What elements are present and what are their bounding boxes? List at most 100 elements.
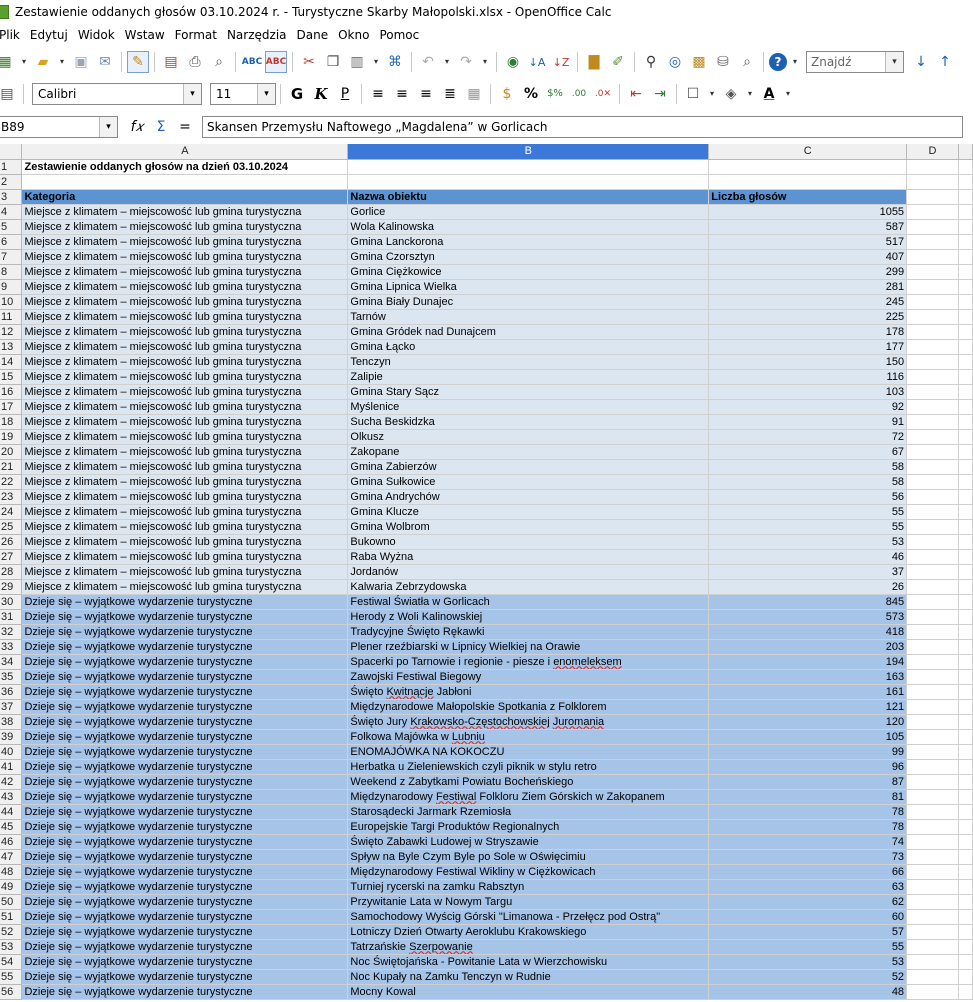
votes-cell[interactable]: 55 [708, 519, 908, 535]
cell[interactable] [906, 969, 959, 985]
object-name-cell[interactable]: Tradycyjne Święto Rękawki [347, 624, 710, 640]
row-header[interactable]: 8 [0, 264, 23, 280]
cell[interactable] [958, 594, 973, 610]
row-header[interactable]: 45 [0, 819, 23, 835]
votes-cell[interactable]: 87 [708, 774, 908, 790]
cell[interactable] [958, 324, 973, 340]
category-cell[interactable]: Miejsce z klimatem – miejscowość lub gmi… [21, 249, 349, 265]
votes-cell[interactable]: 163 [708, 669, 908, 685]
category-cell[interactable]: Miejsce z klimatem – miejscowość lub gmi… [21, 564, 349, 580]
export-pdf-icon[interactable]: ▤ [160, 51, 182, 73]
currency-format-icon[interactable]: $ [496, 83, 518, 105]
cell[interactable] [906, 309, 959, 325]
save-icon[interactable]: ▣ [70, 51, 92, 73]
cell[interactable] [906, 264, 959, 280]
column-header-b[interactable]: B [347, 144, 710, 160]
votes-cell[interactable]: 225 [708, 309, 908, 325]
cell[interactable] [347, 174, 710, 190]
row-header[interactable]: 1 [0, 159, 23, 175]
column-header-e[interactable] [958, 144, 973, 160]
votes-cell[interactable]: 99 [708, 744, 908, 760]
row-header[interactable]: 7 [0, 249, 23, 265]
votes-cell[interactable]: 92 [708, 399, 908, 415]
cell[interactable] [958, 819, 973, 835]
cell[interactable] [958, 279, 973, 295]
row-header[interactable]: 36 [0, 684, 23, 700]
row-header[interactable]: 37 [0, 699, 23, 715]
object-name-cell[interactable]: Starosądecki Jarmark Rzemiosła [347, 804, 710, 820]
votes-cell[interactable]: 407 [708, 249, 908, 265]
votes-cell[interactable]: 73 [708, 849, 908, 865]
cell[interactable] [958, 369, 973, 385]
cell[interactable] [958, 399, 973, 415]
object-name-cell[interactable]: Tarnów [347, 309, 710, 325]
menu-dane[interactable]: Dane [292, 28, 334, 42]
row-header[interactable]: 31 [0, 609, 23, 625]
category-cell[interactable]: Dzieje się – wyjątkowe wydarzenie turyst… [21, 954, 349, 970]
cell[interactable] [958, 879, 973, 895]
merge-cells-icon[interactable]: ▦ [463, 83, 485, 105]
print-icon[interactable]: ⎙ [184, 51, 206, 73]
row-header[interactable]: 20 [0, 444, 23, 460]
menu-widok[interactable]: Widok [73, 28, 120, 42]
category-cell[interactable]: Miejsce z klimatem – miejscowość lub gmi… [21, 549, 349, 565]
object-name-cell[interactable]: Gmina Łącko [347, 339, 710, 355]
category-cell[interactable]: Miejsce z klimatem – miejscowość lub gmi… [21, 534, 349, 550]
background-color-icon[interactable]: ◈ [720, 83, 742, 105]
category-cell[interactable]: Miejsce z klimatem – miejscowość lub gmi… [21, 369, 349, 385]
votes-cell[interactable]: 81 [708, 789, 908, 805]
object-name-cell[interactable]: Gmina Zabierzów [347, 459, 710, 475]
sum-icon[interactable]: Σ [150, 119, 172, 135]
category-cell[interactable]: Miejsce z klimatem – miejscowość lub gmi… [21, 309, 349, 325]
row-header[interactable]: 10 [0, 294, 23, 310]
votes-cell[interactable]: 37 [708, 564, 908, 580]
font-size-combo[interactable]: 11 ▾ [210, 83, 276, 105]
row-header[interactable]: 5 [0, 219, 23, 235]
object-name-cell[interactable]: Gorlice [347, 204, 710, 220]
row-header[interactable]: 18 [0, 414, 23, 430]
row-header[interactable]: 44 [0, 804, 23, 820]
hyperlink-icon[interactable]: ◉ [502, 51, 524, 73]
category-cell[interactable]: Dzieje się – wyjątkowe wydarzenie turyst… [21, 879, 349, 895]
votes-cell[interactable]: 203 [708, 639, 908, 655]
cell[interactable] [958, 474, 973, 490]
object-name-cell[interactable]: Zawojski Festiwal Biegowy [347, 669, 710, 685]
cell[interactable] [958, 744, 973, 760]
votes-cell[interactable]: 72 [708, 429, 908, 445]
cell[interactable] [958, 864, 973, 880]
row-header[interactable]: 42 [0, 774, 23, 790]
row-header[interactable]: 23 [0, 489, 23, 505]
row-header[interactable]: 39 [0, 729, 23, 745]
row-header[interactable]: 43 [0, 789, 23, 805]
cell[interactable] [958, 984, 973, 1000]
category-cell[interactable]: Dzieje się – wyjątkowe wydarzenie turyst… [21, 594, 349, 610]
row-header[interactable]: 54 [0, 954, 23, 970]
object-name-cell[interactable]: Święto Zabawki Ludowej w Stryszawie [347, 834, 710, 850]
row-header[interactable]: 19 [0, 429, 23, 445]
function-icon[interactable]: = [174, 119, 196, 135]
cell[interactable] [906, 474, 959, 490]
category-cell[interactable]: Miejsce z klimatem – miejscowość lub gmi… [21, 279, 349, 295]
object-name-cell[interactable]: Tatrzańskie Szerpowanie [347, 939, 710, 955]
row-header[interactable]: 41 [0, 759, 23, 775]
category-cell[interactable]: Miejsce z klimatem – miejscowość lub gmi… [21, 429, 349, 445]
votes-cell[interactable]: 58 [708, 474, 908, 490]
function-wizard-icon[interactable]: f𝑥 [126, 119, 148, 135]
cell[interactable] [958, 249, 973, 265]
cell[interactable] [906, 579, 959, 595]
cell[interactable] [906, 849, 959, 865]
email-icon[interactable]: ✉ [94, 51, 116, 73]
cell[interactable] [906, 249, 959, 265]
borders-icon[interactable]: ☐ [682, 83, 704, 105]
votes-cell[interactable]: 517 [708, 234, 908, 250]
object-name-cell[interactable]: Gmina Stary Sącz [347, 384, 710, 400]
cell[interactable] [906, 804, 959, 820]
row-header[interactable]: 2 [0, 174, 23, 190]
votes-cell[interactable]: 91 [708, 414, 908, 430]
object-name-cell[interactable]: Samochodowy Wyścig Górski "Limanowa - Pr… [347, 909, 710, 925]
object-name-cell[interactable]: Kalwaria Zebrzydowska [347, 579, 710, 595]
votes-cell[interactable]: 281 [708, 279, 908, 295]
cell[interactable] [906, 504, 959, 520]
row-header[interactable]: 22 [0, 474, 23, 490]
cell[interactable] [958, 849, 973, 865]
